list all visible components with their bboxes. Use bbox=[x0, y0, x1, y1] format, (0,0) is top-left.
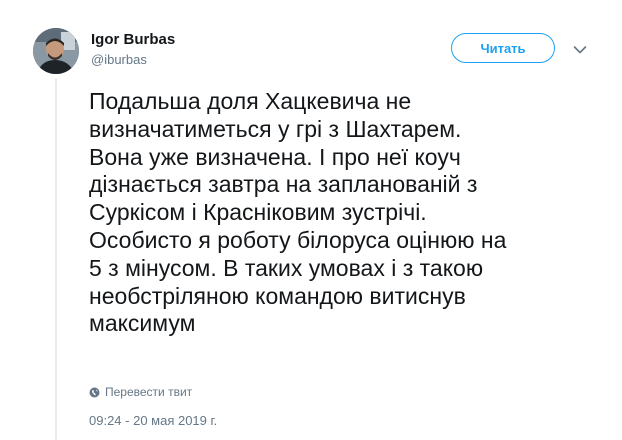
thread-line bbox=[55, 78, 57, 440]
chevron-down-icon[interactable] bbox=[573, 42, 587, 54]
tweet-text: Подальша доля Хацкевича не визначатиметь… bbox=[89, 88, 507, 337]
tweet-card: Igor Burbas @iburbas Читать Подальша дол… bbox=[0, 0, 622, 440]
follow-button[interactable]: Читать bbox=[451, 33, 555, 63]
translate-tweet-link[interactable]: Перевести твит bbox=[89, 384, 192, 400]
translate-label: Перевести твит bbox=[105, 385, 193, 399]
author-name[interactable]: Igor Burbas bbox=[91, 31, 175, 49]
globe-icon bbox=[89, 387, 100, 398]
author-handle[interactable]: @iburbas bbox=[91, 52, 147, 68]
avatar[interactable] bbox=[33, 28, 79, 74]
tweet-timestamp[interactable]: 09:24 - 20 мая 2019 г. bbox=[89, 413, 217, 429]
avatar-image bbox=[33, 28, 79, 74]
